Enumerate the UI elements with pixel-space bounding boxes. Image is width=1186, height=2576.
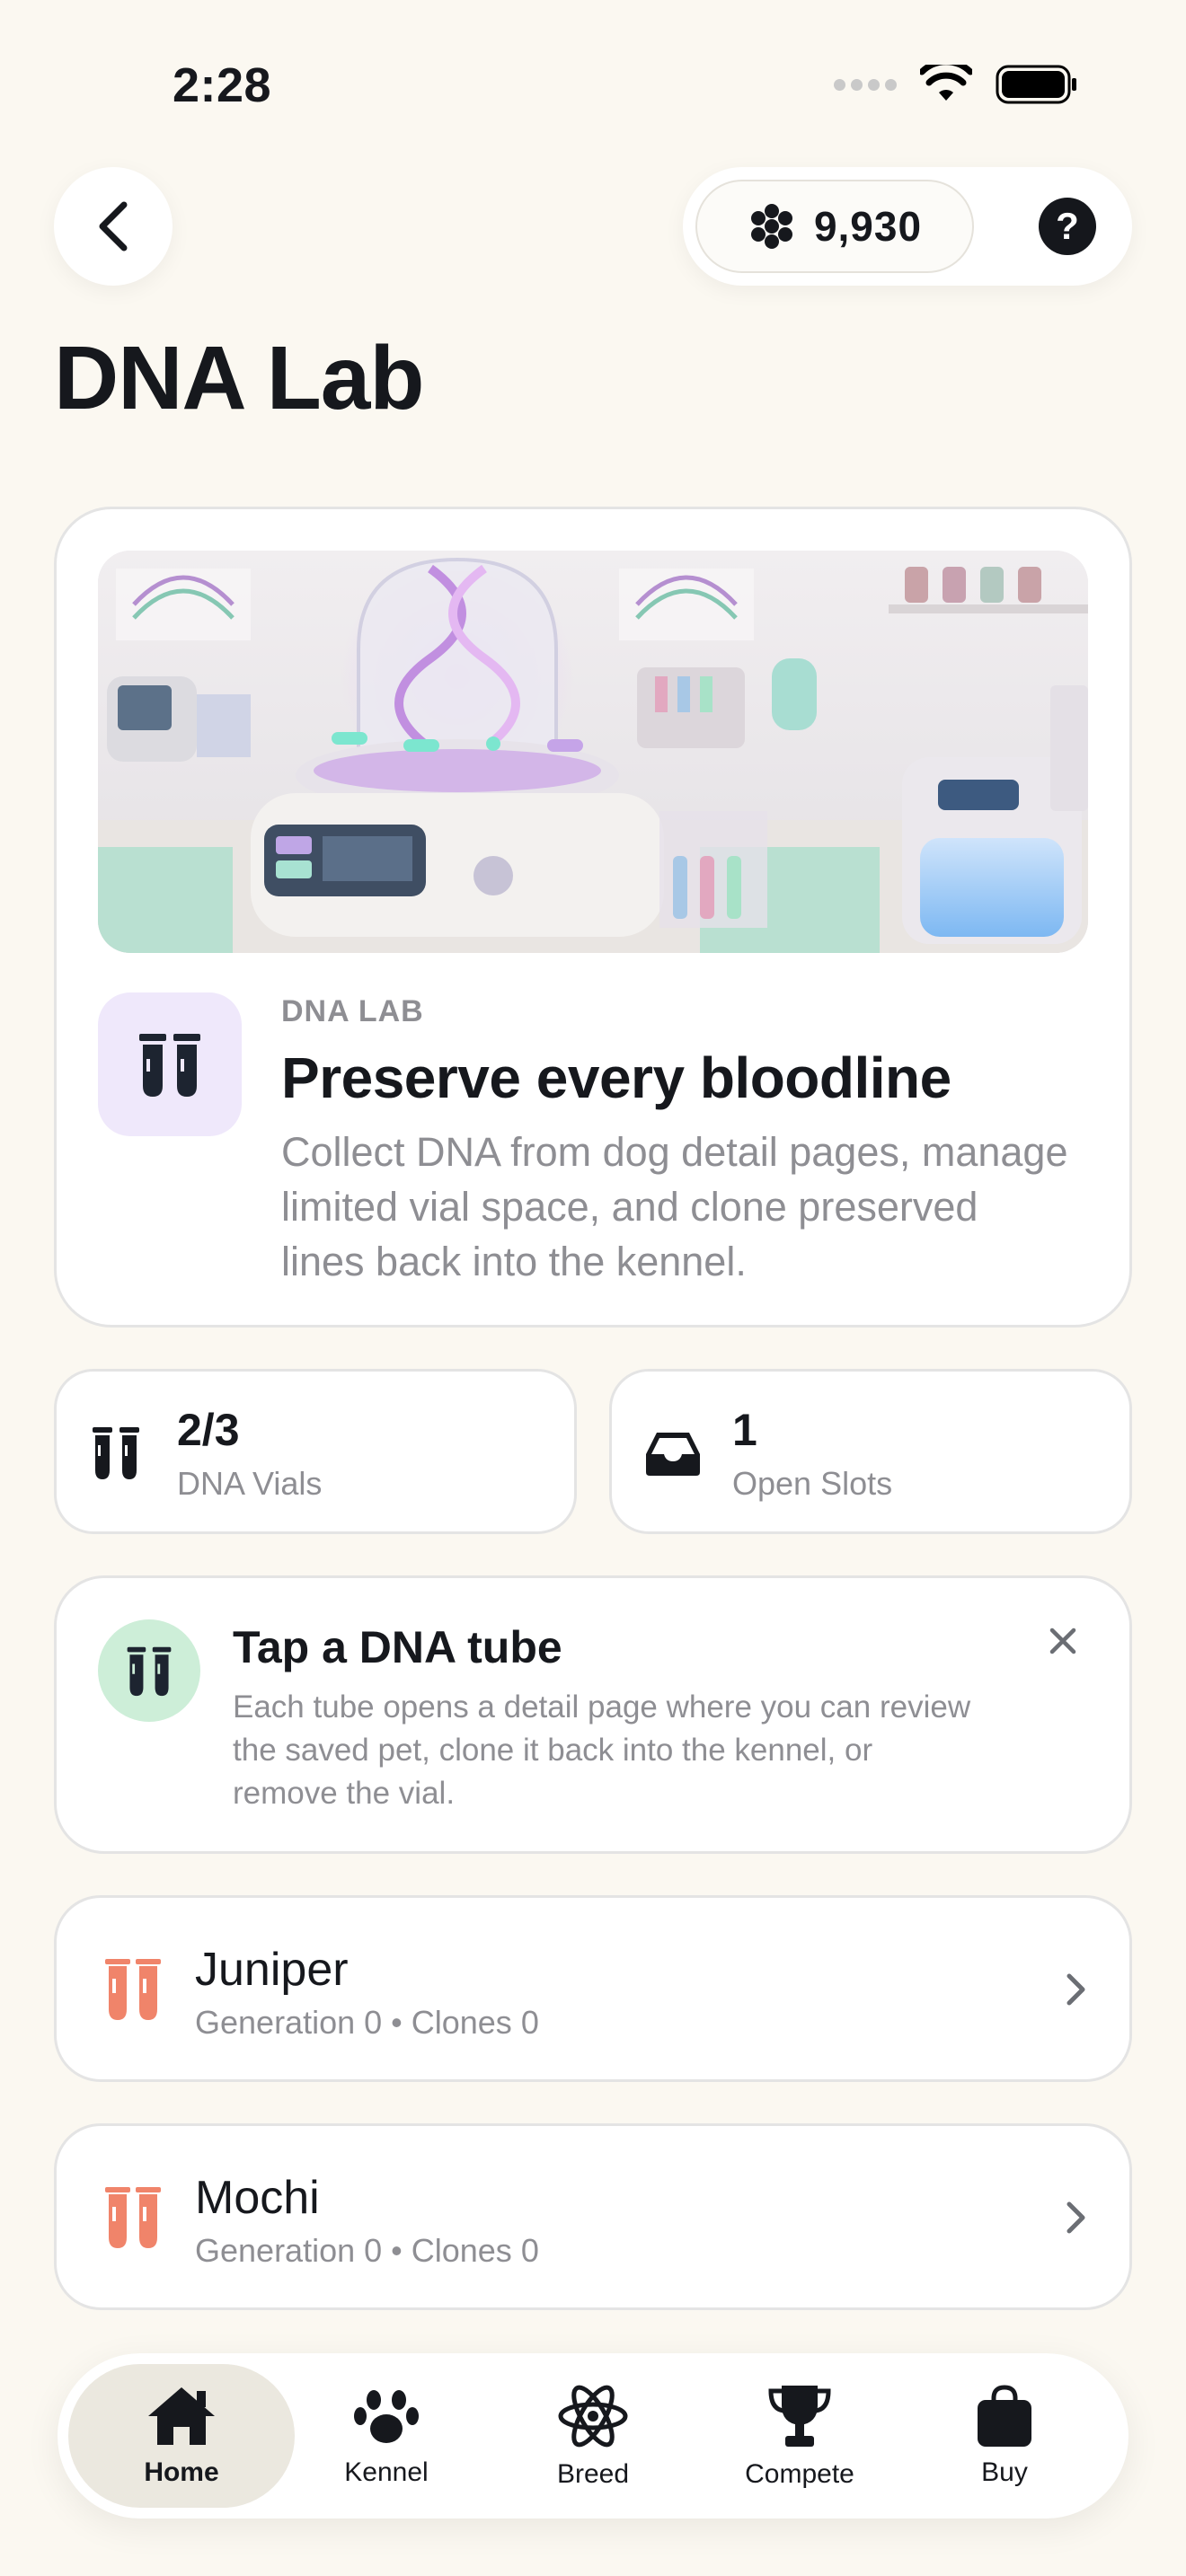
shopping-bag-icon (978, 2385, 1031, 2447)
test-tubes-icon (93, 1427, 139, 1479)
tab-label: Breed (556, 2459, 630, 2489)
paw-icon (354, 2390, 419, 2443)
chevron-right-icon (1067, 2201, 1085, 2234)
cellular-signal-icon (834, 78, 897, 91)
stat-card-open-slots: 1 Open Slots (609, 1369, 1132, 1534)
currency-value: 9,930 (813, 203, 923, 250)
chevron-right-icon (1067, 1973, 1085, 2006)
close-icon (1049, 1628, 1076, 1654)
inbox-tray-icon (646, 1433, 700, 1476)
pet-meta: Generation 0 • Clones 0 (195, 2004, 539, 2041)
wifi-icon (920, 65, 972, 101)
top-actions: 9,930 ? (683, 167, 1132, 286)
tab-kennel[interactable]: Kennel (273, 2364, 500, 2508)
tab-label: Kennel (344, 2457, 429, 2487)
tip-description: Each tube opens a detail page where you … (233, 1689, 971, 1811)
hero-eyebrow: DNA LAB (281, 994, 424, 1028)
back-button[interactable] (54, 167, 173, 286)
pet-meta: Generation 0 • Clones 0 (195, 2232, 539, 2269)
test-tubes-icon (127, 1646, 172, 1697)
hero-card: DNA LAB Preserve every bloodline Collect… (54, 507, 1132, 1328)
stat-label: DNA Vials (177, 1465, 323, 1502)
tab-label: Buy (981, 2457, 1028, 2487)
page-title: DNA Lab (54, 328, 425, 428)
hero-description: Collect DNA from dog detail pages, manag… (281, 1129, 1068, 1284)
stat-value: 2/3 (177, 1405, 240, 1455)
pet-name: Juniper (195, 1944, 349, 1996)
dna-cluster-icon (750, 204, 792, 249)
atom-icon (558, 2385, 628, 2448)
trophy-icon (768, 2386, 831, 2447)
hero-icon-box (98, 992, 242, 1136)
pet-name: Mochi (195, 2172, 320, 2224)
stat-label: Open Slots (732, 1465, 893, 1502)
tip-title: Tap a DNA tube (233, 1622, 562, 1672)
tab-compete[interactable]: Compete (686, 2364, 913, 2508)
status-indicators (834, 65, 1078, 104)
chevron-left-icon (99, 201, 128, 251)
stat-card-dna-vials: 2/3 DNA Vials (54, 1369, 577, 1534)
list-item[interactable]: Mochi Generation 0 • Clones 0 (54, 2123, 1132, 2310)
tab-label: Home (144, 2457, 219, 2487)
test-tubes-icon (139, 1034, 200, 1097)
test-tubes-icon (105, 2187, 161, 2248)
tab-bar: Home Kennel Breed Compete Buy (58, 2353, 1128, 2519)
list-item[interactable]: Juniper Generation 0 • Clones 0 (54, 1895, 1132, 2082)
tip-icon-circle (98, 1619, 200, 1722)
house-icon (148, 2387, 215, 2445)
stat-value: 1 (732, 1405, 757, 1455)
tip-card: Tap a DNA tube Each tube opens a detail … (54, 1575, 1132, 1854)
status-time: 2:28 (173, 58, 272, 112)
hero-title: Preserve every bloodline (281, 1045, 951, 1110)
dna-lab-illustration (98, 551, 1088, 953)
help-button[interactable]: ? (1039, 198, 1096, 255)
close-button[interactable] (1036, 1614, 1090, 1668)
battery-icon (996, 65, 1076, 104)
tab-home[interactable]: Home (68, 2364, 295, 2508)
tab-buy[interactable]: Buy (891, 2364, 1118, 2508)
currency-balance[interactable]: 9,930 (695, 180, 974, 273)
tab-breed[interactable]: Breed (480, 2364, 706, 2508)
tab-label: Compete (745, 2459, 854, 2489)
test-tubes-icon (105, 1959, 161, 2020)
